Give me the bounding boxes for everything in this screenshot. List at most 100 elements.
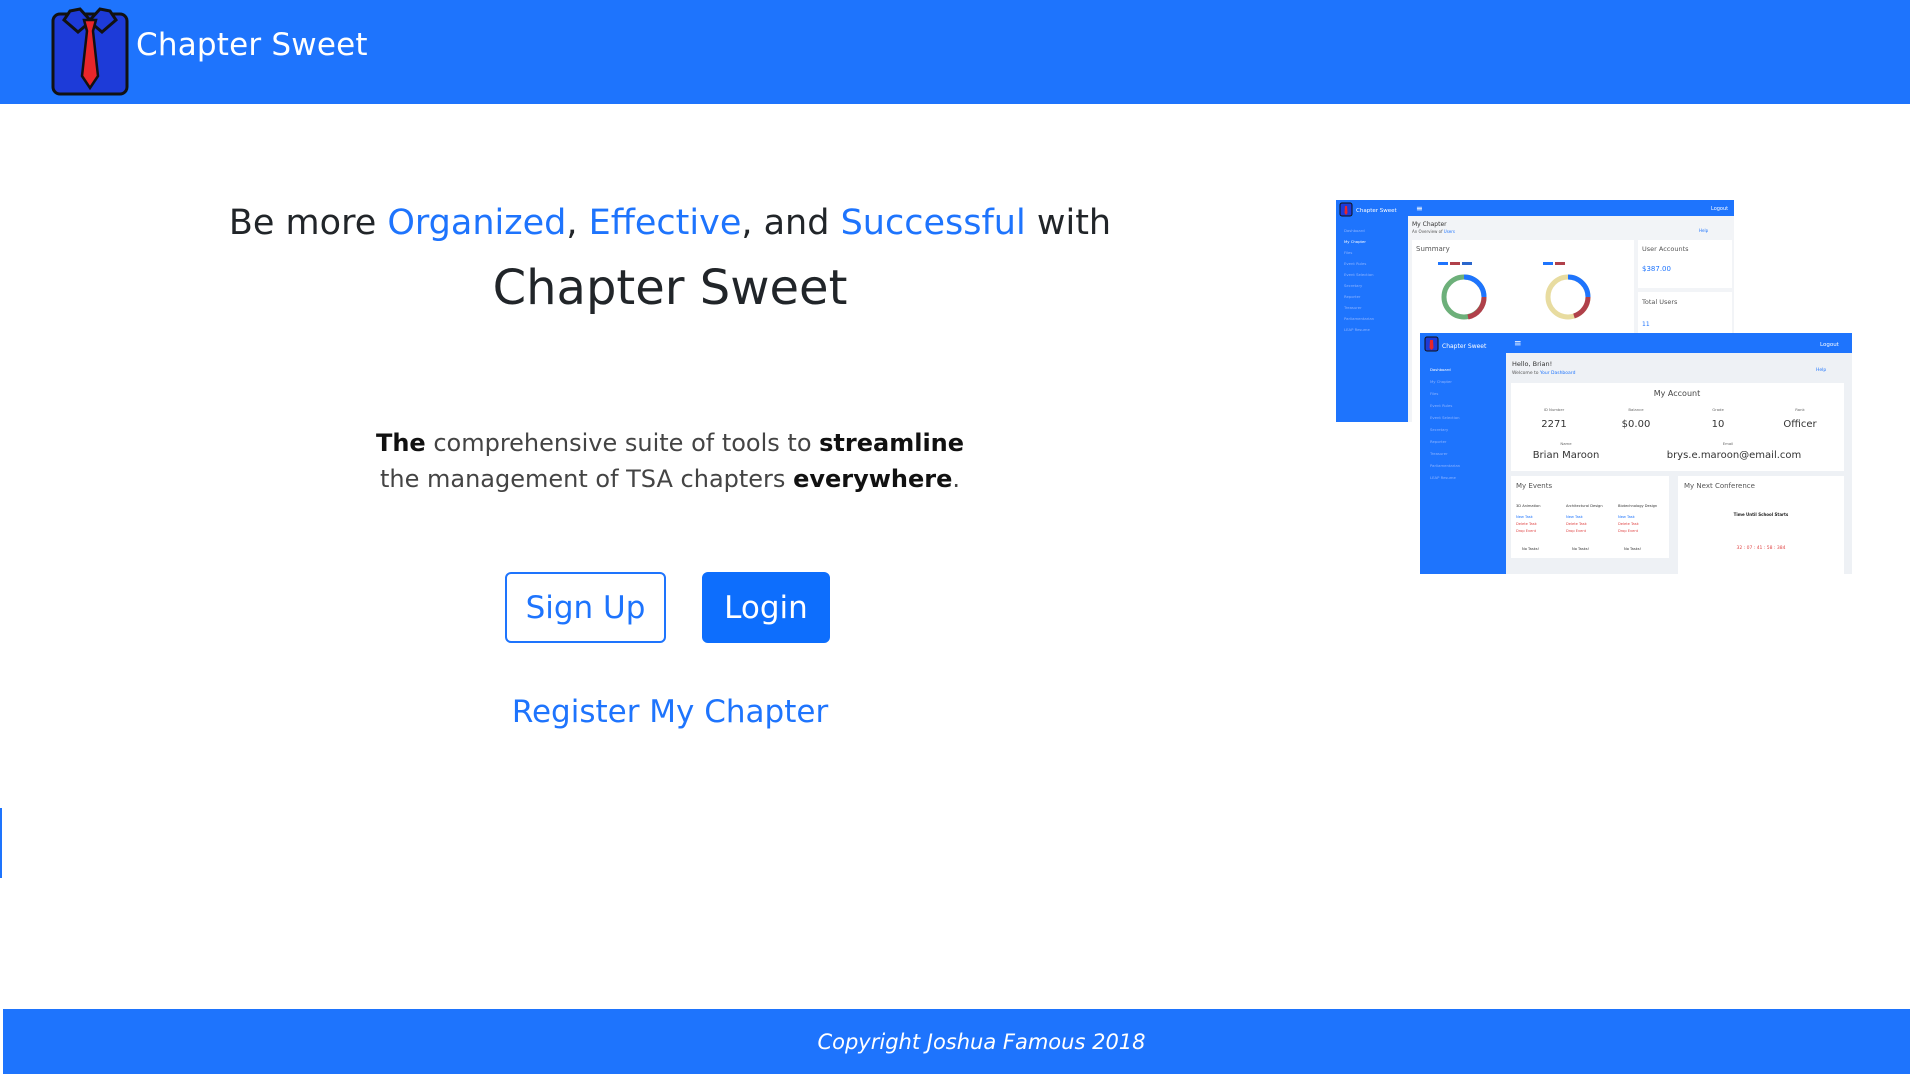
svg-text:Secretary: Secretary bbox=[1344, 283, 1363, 288]
preview-email-label: Email bbox=[1723, 441, 1734, 446]
hero-word-successful: Successful bbox=[840, 203, 1026, 243]
hero-sep-1: , bbox=[566, 203, 589, 243]
login-button[interactable]: Login bbox=[702, 572, 830, 643]
hero-title: Chapter Sweet bbox=[492, 260, 848, 316]
hero-word-effective: Effective bbox=[588, 203, 742, 243]
hero-word-organized: Organized bbox=[387, 203, 567, 243]
svg-text:Delete Task: Delete Task bbox=[1618, 522, 1640, 526]
svg-text:≡: ≡ bbox=[1416, 204, 1423, 213]
top-navbar: Chapter Sweet bbox=[0, 0, 1910, 104]
preview-front-brand: Chapter Sweet bbox=[1442, 343, 1487, 350]
preview-my-next-conference: My Next Conference bbox=[1684, 482, 1755, 490]
preview-balance-value: $0.00 bbox=[1622, 419, 1651, 430]
tagline-part-2: comprehensive suite of tools to bbox=[425, 429, 820, 457]
svg-text:Files: Files bbox=[1430, 391, 1438, 396]
svg-text:My Chapter: My Chapter bbox=[1344, 239, 1366, 244]
hero-sep-2: , and bbox=[741, 203, 841, 243]
preview-event-3: Biotechnology Design bbox=[1618, 504, 1657, 508]
preview-back-help: Help bbox=[1699, 228, 1709, 233]
preview-event-1: 3D Animation bbox=[1516, 504, 1541, 508]
copyright-text: Copyright Joshua Famous 2018 bbox=[817, 1029, 1146, 1054]
preview-back-user-accounts-value: $387.00 bbox=[1642, 265, 1671, 273]
preview-event-2: Architectural Design bbox=[1566, 504, 1603, 508]
preview-my-account: My Account bbox=[1654, 389, 1700, 398]
preview-back-subtitle: An Overview of bbox=[1412, 229, 1444, 234]
svg-text:Secretary: Secretary bbox=[1430, 427, 1449, 432]
svg-text:Delete Task: Delete Task bbox=[1516, 522, 1538, 526]
svg-text:New Task: New Task bbox=[1618, 515, 1636, 519]
tagline-everywhere: everywhere bbox=[793, 465, 953, 493]
svg-text:Parliamentarian: Parliamentarian bbox=[1430, 463, 1461, 468]
svg-text:Drop Event: Drop Event bbox=[1516, 529, 1537, 533]
preview-name-label: Name bbox=[1560, 441, 1572, 446]
preview-grade-label: Grade bbox=[1712, 407, 1724, 412]
preview-back-total-users-value: 11 bbox=[1642, 321, 1650, 328]
svg-text:No Tasks!: No Tasks! bbox=[1522, 547, 1539, 551]
hero-suffix: with bbox=[1025, 203, 1112, 243]
preview-id-value: 2271 bbox=[1541, 419, 1566, 430]
sign-up-button[interactable]: Sign Up bbox=[505, 572, 666, 643]
edge-marker bbox=[0, 808, 2, 878]
preview-timer-title: Time Until School Starts bbox=[1734, 512, 1789, 517]
svg-text:New Task: New Task bbox=[1516, 515, 1534, 519]
preview-front-greeting: Hello, Brian! bbox=[1512, 360, 1552, 368]
svg-text:Reporter: Reporter bbox=[1344, 294, 1361, 299]
preview-back-subtitle-link: Users bbox=[1444, 229, 1455, 234]
preview-name-value: Brian Maroon bbox=[1533, 450, 1600, 461]
svg-text:New Task: New Task bbox=[1566, 515, 1584, 519]
tagline-streamline: streamline bbox=[819, 429, 965, 457]
preview-front-welcome-link: Your Dashboard bbox=[1539, 370, 1576, 376]
preview-back-title: My Chapter bbox=[1412, 221, 1447, 228]
tagline-the: The bbox=[375, 429, 426, 457]
svg-text:No Tasks!: No Tasks! bbox=[1572, 547, 1589, 551]
tie-shirt-icon[interactable] bbox=[50, 6, 130, 97]
svg-text:Parliamentarian: Parliamentarian bbox=[1344, 316, 1375, 321]
svg-text:No Tasks!: No Tasks! bbox=[1624, 547, 1641, 551]
preview-front-help: Help bbox=[1816, 367, 1826, 373]
dashboard-preview-image: Chapter Sweet ≡ Logout My Chapter An Ove… bbox=[1336, 200, 1852, 574]
svg-text:≡: ≡ bbox=[1514, 339, 1522, 349]
brand-name[interactable]: Chapter Sweet bbox=[136, 27, 368, 63]
preview-back-total-users: Total Users bbox=[1641, 298, 1678, 306]
svg-text:Event Rules: Event Rules bbox=[1344, 261, 1366, 266]
svg-text:Event Rules: Event Rules bbox=[1430, 403, 1452, 408]
svg-text:Treasurer: Treasurer bbox=[1429, 451, 1448, 456]
tagline-part-4: the management of TSA chapters bbox=[379, 465, 794, 493]
preview-rank-value: Officer bbox=[1783, 419, 1817, 430]
svg-text:Drop Event: Drop Event bbox=[1618, 529, 1639, 533]
svg-text:LEAP Resume: LEAP Resume bbox=[1430, 475, 1456, 480]
preview-timer-values: 32 : 07 : 41 : 58 : 384 bbox=[1736, 545, 1785, 551]
tagline-period: . bbox=[952, 465, 961, 493]
preview-email-value: brys.e.maroon@email.com bbox=[1667, 450, 1802, 461]
svg-text:Event Selection: Event Selection bbox=[1344, 272, 1374, 277]
svg-text:Files: Files bbox=[1344, 250, 1352, 255]
svg-text:Reporter: Reporter bbox=[1430, 439, 1447, 444]
preview-front-logout: Logout bbox=[1820, 342, 1840, 348]
preview-id-label: ID Number bbox=[1544, 407, 1565, 412]
hero-headline: Be more Organized, Effective, and Succes… bbox=[200, 203, 1140, 243]
preview-my-events: My Events bbox=[1516, 482, 1552, 490]
svg-text:My Chapter: My Chapter bbox=[1430, 379, 1452, 384]
svg-text:Dashboard: Dashboard bbox=[1344, 228, 1365, 233]
svg-text:Drop Event: Drop Event bbox=[1566, 529, 1587, 533]
preview-back-summary: Summary bbox=[1416, 245, 1450, 253]
svg-text:Delete Task: Delete Task bbox=[1566, 522, 1588, 526]
preview-rank-label: Rank bbox=[1795, 407, 1805, 412]
register-chapter-link[interactable]: Register My Chapter bbox=[460, 694, 880, 730]
preview-back-brand: Chapter Sweet bbox=[1356, 208, 1397, 214]
svg-text:Event Selection: Event Selection bbox=[1430, 415, 1460, 420]
preview-front-window: Chapter Sweet ≡ Logout Hello, Brian! Wel… bbox=[1420, 333, 1852, 574]
tagline: The comprehensive suite of tools to stre… bbox=[360, 425, 980, 497]
svg-text:Welcome to Your Dashboard: Welcome to Your Dashboard bbox=[1512, 370, 1576, 376]
footer: Copyright Joshua Famous 2018 bbox=[3, 1009, 1910, 1074]
preview-back-user-accounts: User Accounts bbox=[1642, 245, 1689, 253]
preview-front-welcome: Welcome to bbox=[1512, 370, 1540, 376]
svg-text:Dashboard: Dashboard bbox=[1430, 367, 1451, 372]
preview-back-logout: Logout bbox=[1711, 206, 1728, 212]
svg-text:An Overview of Users: An Overview of Users bbox=[1412, 229, 1455, 234]
preview-balance-label: Balance bbox=[1628, 407, 1644, 412]
svg-text:Treasurer: Treasurer bbox=[1343, 305, 1362, 310]
svg-text:LEAP Resume: LEAP Resume bbox=[1344, 327, 1370, 332]
preview-grade-value: 10 bbox=[1712, 419, 1725, 430]
hero-prefix: Be more bbox=[228, 203, 388, 243]
